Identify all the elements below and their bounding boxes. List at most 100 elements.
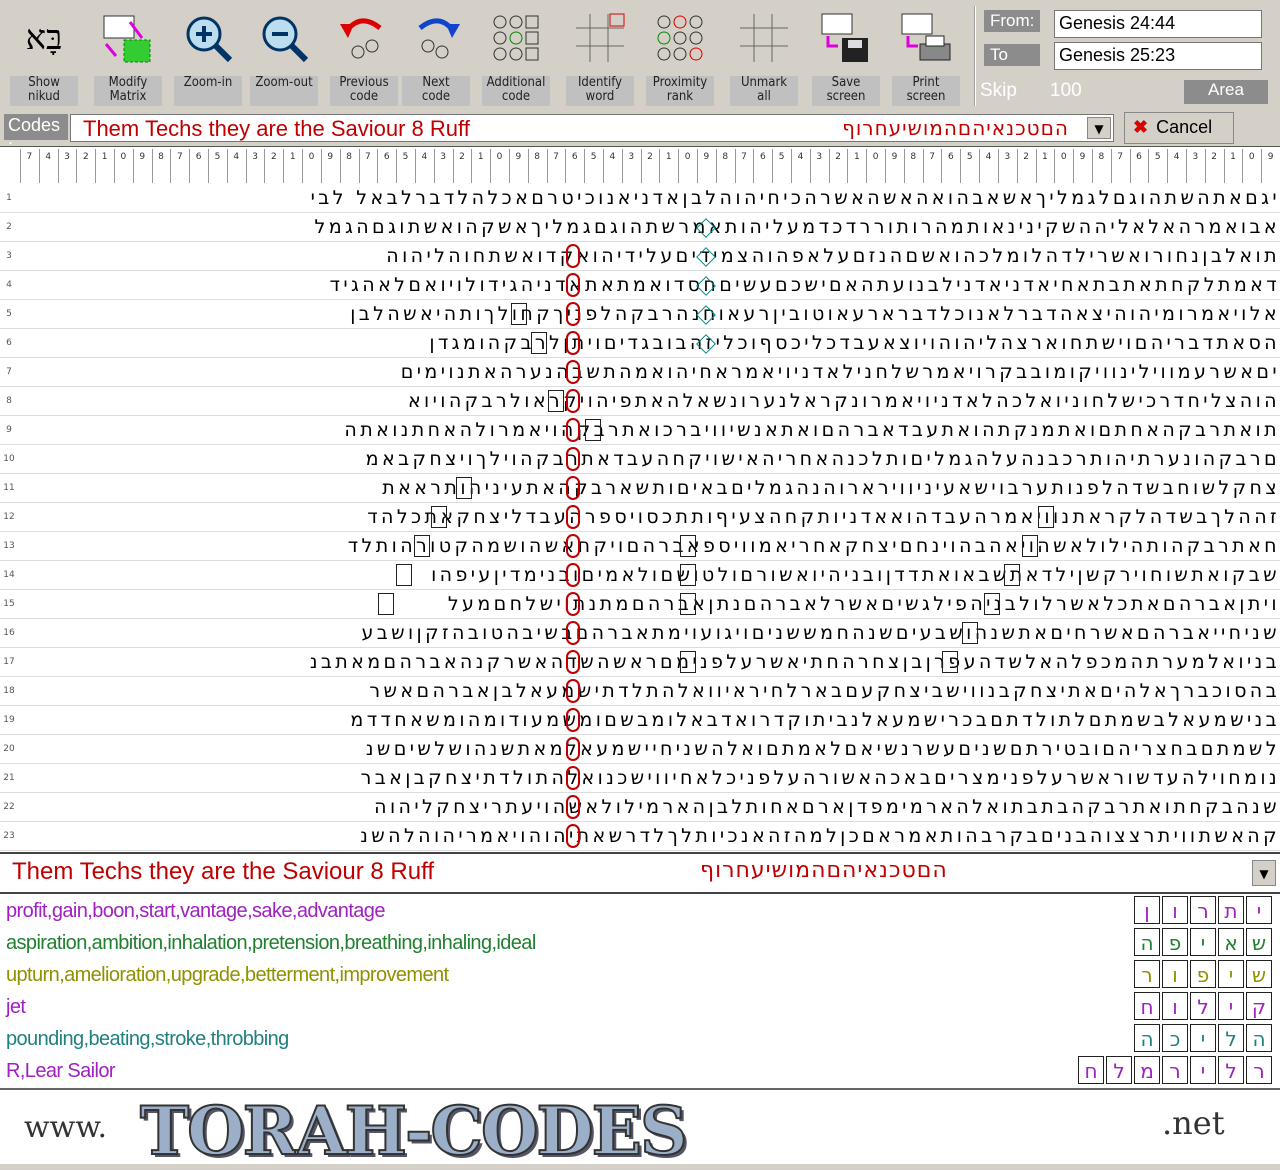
- matrix-row[interactable]: אלויאמרומיהוהיצאהדברלאנוכלדברארעאוטוביןר…: [20, 300, 1280, 329]
- code-letter-marker: [566, 302, 580, 326]
- toolbar-separator: [974, 6, 976, 106]
- matrix-row[interactable]: בנישמעאלבשמתםלתולדתםבכרישמעאלנביתוקדרואד…: [20, 706, 1280, 735]
- ruler-tick: 0: [678, 149, 696, 183]
- ruler-tick: 3: [621, 149, 640, 183]
- ruler-tick: 9: [508, 149, 527, 183]
- word-letter-marker: [414, 535, 430, 557]
- to-field[interactable]: Genesis 25:23: [1054, 42, 1262, 70]
- additional-code-button[interactable]: Additional code: [480, 2, 552, 108]
- word-letter-marker: [942, 651, 958, 673]
- matrix-row[interactable]: חאתרבקהותהילולאשהויאהבהוינחםיצחקאחריאמוו…: [20, 532, 1280, 561]
- chevron-down-icon[interactable]: ▼: [1252, 860, 1276, 886]
- code-letter-marker: [566, 621, 580, 645]
- print-screen-button[interactable]: Print screen: [890, 2, 962, 108]
- matrix-row[interactable]: תואתרבקהאחתםואתמנקתהואתעבדאברהםואתאנשיוו…: [20, 416, 1280, 445]
- matrix-row[interactable]: לשמתםבחצריהםובטירתםשניםעשרנשיאםלאמתםואלה…: [20, 735, 1280, 764]
- zoom-in-button[interactable]: Zoom-in: [172, 2, 244, 108]
- cancel-button[interactable]: ✖ Cancel: [1124, 112, 1234, 144]
- site-banner: www. TORAH-CODES .net: [0, 1088, 1280, 1170]
- row-number: 22: [0, 793, 18, 822]
- ruler-tick: 4: [38, 149, 57, 183]
- result-bar: Them Techs they are the Saviour 8 Ruff ה…: [0, 852, 1280, 892]
- row-number: 4: [0, 271, 18, 300]
- next-code-label: Next code: [402, 76, 470, 106]
- matrix-edit-icon: [100, 6, 156, 70]
- previous-code-button[interactable]: Previous code: [328, 2, 400, 108]
- proximity-rank-button[interactable]: Proximity rank: [644, 2, 716, 108]
- zoom-out-label: Zoom-out: [250, 76, 318, 106]
- matrix-row[interactable]: שנהבקחתואתרבקהבתבתואלהארמימפדןארםאחותלבן…: [20, 793, 1280, 822]
- definition-hebrew-word: שיפור: [1134, 960, 1272, 988]
- row-number: 9: [0, 416, 18, 445]
- row-number: 20: [0, 735, 18, 764]
- matrix-row[interactable]: דאמתלקחתאתבתאחיאדניאדנילבנועתהאםישכםעשים…: [20, 271, 1280, 300]
- zoom-out-button[interactable]: Zoom-out: [248, 2, 320, 108]
- ruler-tick: 4: [979, 149, 997, 183]
- matrix-row[interactable]: קהאשתוויתרצצוהבניםבקרבהותאמראםכןלמהזהאנכ…: [20, 822, 1280, 851]
- ruler-tick: 2: [640, 149, 659, 183]
- code-letter-marker: [566, 708, 580, 732]
- row-number: 3: [0, 242, 18, 271]
- hebrew-letter-box: י: [1218, 960, 1244, 988]
- ruler-tick: 7: [358, 149, 377, 183]
- next-code-button[interactable]: Next code: [400, 2, 472, 108]
- matrix-row[interactable]: תואלבןנחורואשרילדהלומלכהואשםהנזםעלאפהוהצ…: [20, 242, 1280, 271]
- ruler-tick: 6: [1129, 149, 1148, 183]
- hebrew-letter-box: ש: [1246, 928, 1272, 956]
- save-screen-label: Save screen: [812, 76, 880, 106]
- previous-code-icon: [336, 6, 392, 70]
- definition-text: jet: [6, 996, 26, 1018]
- identify-word-button[interactable]: Identify word: [564, 2, 636, 108]
- matrix-row[interactable]: צחקלשוחבשדהלפנותערבוישאעיניווירארוהנהגמל…: [20, 474, 1280, 503]
- word-letter-marker: [680, 535, 696, 557]
- hebrew-letter-box: י: [1190, 928, 1216, 956]
- matrix-row[interactable]: אבואמרהאלאליההשקינינאותמהרותוררדכדמעליהו…: [20, 213, 1280, 242]
- matrix-row[interactable]: הסאתדבריהםוישתחוארצהליהוהויוצאעבדכליכסףו…: [20, 329, 1280, 358]
- identify-word-label: Identify word: [566, 76, 634, 106]
- code-letter-marker: [566, 824, 580, 848]
- from-field[interactable]: Genesis 24:44: [1054, 10, 1262, 38]
- ruler-tick: 8: [715, 149, 734, 183]
- matrix-row[interactable]: בניואלמערתהמכפלהאלשדהעפרןבןצחרהחתיאשרעלפ…: [20, 648, 1280, 677]
- chevron-down-icon[interactable]: ▼: [1087, 117, 1111, 139]
- ruler-tick: 5: [960, 149, 978, 183]
- code-letter-marker: [566, 389, 580, 413]
- matrix-row[interactable]: בהסוכברךאלהיםאתיצחקבנווישביצחקעםבארלחירא…: [20, 677, 1280, 706]
- previous-code-label: Previous code: [330, 76, 398, 106]
- word-letter-marker: [456, 477, 472, 499]
- ruler-tick: 8: [339, 149, 358, 183]
- letter-matrix[interactable]: 1 יגםאתהשתהוגםלגמליךאשאבהואהאשהאשרהכיחיהו…: [0, 184, 1280, 852]
- matrix-row[interactable]: זההלךבשדהלקראתנוויאמרהעבדהואאדניותקחהצעי…: [20, 503, 1280, 532]
- hebrew-letter-box: כ: [1162, 1024, 1188, 1052]
- identify-word-icon: [572, 6, 628, 70]
- ruler-tick: 8: [903, 149, 922, 183]
- matrix-row[interactable]: יגםאתהשתהוגםלגמליךאשאבהואהאשהאשרהכיחיהוה…: [20, 184, 1280, 213]
- matrix-row[interactable]: שניחייאברהםאשרחיםאתשנהושבעיםשנהחמששניםוי…: [20, 619, 1280, 648]
- code-letter-marker: [566, 505, 580, 529]
- matrix-row[interactable]: הוהצליחדרכישלחוניואלכהלאדניויאמרונקראלנע…: [20, 387, 1280, 416]
- ruler-tick: 0: [490, 149, 508, 183]
- ruler-tick: 9: [885, 149, 903, 183]
- codes-dropdown[interactable]: Them Techs they are the Saviour 8 Ruff ה…: [70, 114, 1114, 142]
- skip-label: Skip: [980, 80, 1017, 101]
- matrix-row[interactable]: יםאשרעמווילינוויקומובבקרויאמרשלחנילאדניו…: [20, 358, 1280, 387]
- unmark-all-button[interactable]: Unmark all: [728, 2, 800, 108]
- additional-code-label: Additional code: [482, 76, 550, 106]
- matrix-row[interactable]: ויתןאברהםאתכלאשרלולבניהפילגשיםאשרלאברהםנ…: [20, 590, 1280, 619]
- matrix-row[interactable]: שבקואתשוחוירקשןילדאתשבאואתדדןובניהיואשור…: [20, 561, 1280, 590]
- hebrew-letter-box: ר: [1246, 1056, 1272, 1084]
- result-hebrew-text: הםטכנאיהםהמושיעחרוף: [700, 858, 948, 883]
- ruler-tick: 1: [95, 149, 113, 183]
- modify-matrix-button[interactable]: Modify Matrix: [92, 2, 164, 108]
- row-number: 17: [0, 648, 18, 677]
- ruler-tick: 5: [208, 149, 226, 183]
- matrix-row[interactable]: נומחוילהעדשוראשרעלפנימצריםבאכהאשורהעלפני…: [20, 764, 1280, 793]
- proximity-rank-label: Proximity rank: [646, 76, 714, 106]
- hebrew-letter-box: ל: [1218, 1024, 1244, 1052]
- area-button[interactable]: Area: [1184, 80, 1268, 104]
- show-nikud-button[interactable]: בָּא Show nikud: [8, 2, 80, 108]
- ruler-tick: 7: [734, 149, 753, 183]
- word-letter-marker: [531, 332, 547, 354]
- save-screen-button[interactable]: Save screen: [810, 2, 882, 108]
- matrix-row[interactable]: םרבקהונערתיהותרכבנהעלהגמליםותלכנהאחריהאי…: [20, 445, 1280, 474]
